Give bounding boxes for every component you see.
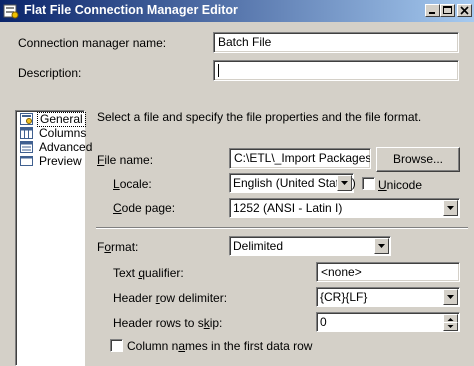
preview-icon bbox=[20, 155, 33, 167]
maximize-icon bbox=[443, 6, 452, 14]
close-icon bbox=[460, 6, 469, 15]
format-select[interactable]: Delimited bbox=[229, 236, 391, 256]
header-rows-skip-label: Header rows to skip: bbox=[113, 316, 223, 330]
locale-select[interactable]: English (United States) bbox=[229, 173, 356, 193]
chevron-down-icon[interactable] bbox=[443, 200, 458, 216]
file-name-input[interactable]: C:\ETL\_Import Packages.bat bbox=[229, 148, 371, 169]
column-names-checkbox[interactable] bbox=[110, 339, 123, 352]
unicode-label: Unicode bbox=[378, 178, 423, 192]
code-page-select[interactable]: 1252 (ANSI - Latin I) bbox=[229, 198, 460, 218]
connection-name-label: Connection manager name: bbox=[18, 36, 167, 50]
connection-name-input[interactable]: Batch File bbox=[213, 32, 459, 53]
app-icon bbox=[3, 3, 19, 19]
nav-item-preview[interactable]: Preview bbox=[20, 154, 84, 168]
unicode-checkbox[interactable] bbox=[362, 177, 375, 190]
chevron-down-icon[interactable] bbox=[443, 289, 458, 305]
minimize-button[interactable] bbox=[425, 4, 440, 17]
general-icon bbox=[20, 113, 33, 125]
column-names-label: Column names in the first data row bbox=[127, 339, 313, 353]
header-row-delimiter-label: Header row delimiter: bbox=[113, 291, 228, 305]
chevron-down-icon[interactable] bbox=[374, 238, 389, 254]
chevron-down-icon[interactable] bbox=[337, 175, 352, 191]
nav-item-columns[interactable]: Columns bbox=[20, 126, 88, 140]
window-title: Flat File Connection Manager Editor bbox=[24, 3, 238, 17]
nav-item-advanced[interactable]: Advanced bbox=[20, 140, 94, 154]
spin-down-icon[interactable] bbox=[443, 322, 458, 331]
section-divider bbox=[96, 227, 468, 229]
header-row-delimiter-select[interactable]: {CR}{LF} bbox=[316, 287, 460, 307]
instructions-text: Select a file and specify the file prope… bbox=[97, 110, 422, 124]
code-page-label: Code page: bbox=[113, 201, 176, 215]
description-label: Description: bbox=[18, 66, 82, 80]
maximize-button[interactable] bbox=[440, 4, 455, 17]
locale-label: Locale: bbox=[113, 177, 152, 191]
description-input[interactable] bbox=[213, 60, 459, 81]
close-button[interactable] bbox=[457, 4, 472, 17]
text-qualifier-input[interactable]: <none> bbox=[316, 262, 460, 282]
header-rows-skip-stepper[interactable]: 0 bbox=[316, 312, 460, 332]
advanced-icon bbox=[20, 141, 33, 153]
text-qualifier-label: Text qualifier: bbox=[113, 266, 184, 280]
nav-item-general[interactable]: General bbox=[20, 111, 86, 127]
columns-icon bbox=[20, 127, 33, 139]
minimize-icon bbox=[429, 12, 435, 14]
browse-button[interactable]: Browse... bbox=[376, 147, 460, 172]
page-nav-list: General Columns Advanced Preview bbox=[15, 110, 92, 366]
file-name-label: File name: bbox=[97, 153, 154, 167]
text-cursor bbox=[218, 64, 219, 77]
format-label: Format: bbox=[97, 240, 139, 254]
